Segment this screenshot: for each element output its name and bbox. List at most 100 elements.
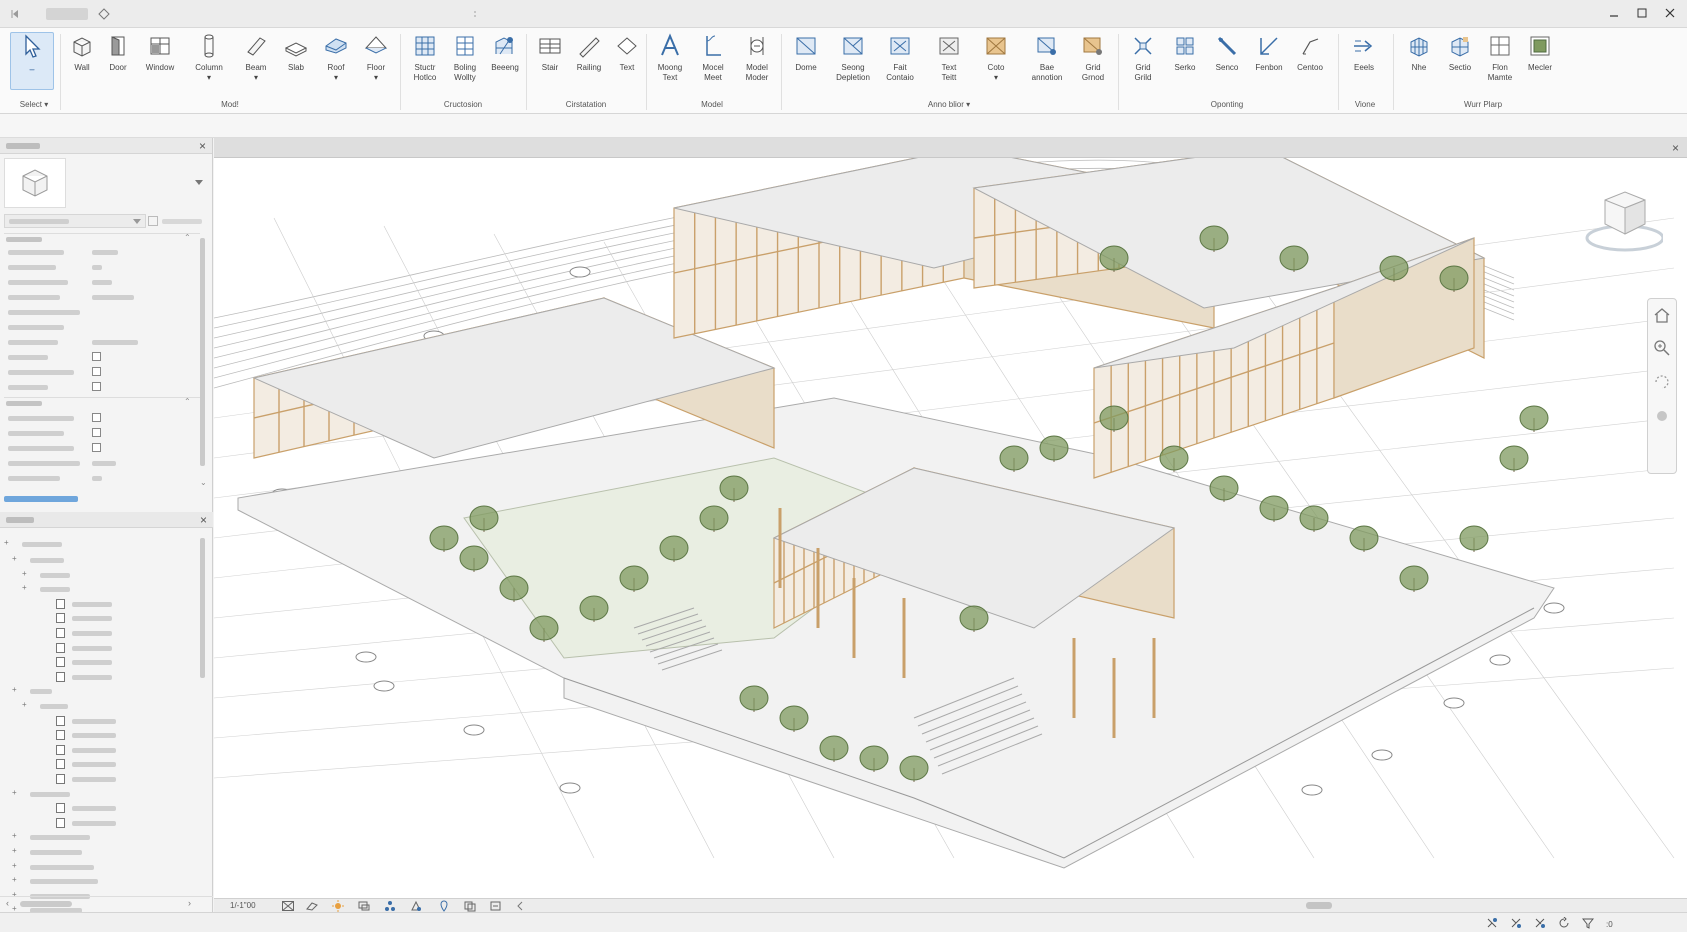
- tree-node[interactable]: [0, 758, 198, 771]
- design-options-icon[interactable]: [1510, 917, 1522, 931]
- minimize-icon[interactable]: [1607, 6, 1621, 20]
- expand-toggle-icon[interactable]: +: [12, 846, 17, 855]
- scroll-right-icon[interactable]: ›: [188, 898, 191, 908]
- apply-button[interactable]: [4, 496, 78, 502]
- expand-toggle-icon[interactable]: +: [22, 700, 27, 709]
- scroll-left-icon[interactable]: ‹: [6, 898, 9, 908]
- diamond-icon[interactable]: [96, 6, 112, 22]
- tree-node[interactable]: [0, 642, 198, 655]
- expand-toggle-icon[interactable]: +: [4, 538, 9, 547]
- tree-node[interactable]: +: [0, 831, 198, 844]
- tree-node[interactable]: [0, 729, 198, 742]
- tree-node[interactable]: +: [0, 569, 198, 582]
- expand-toggle-icon[interactable]: +: [12, 685, 17, 694]
- crop-view-icon[interactable]: [382, 900, 398, 912]
- close-window-icon[interactable]: [1663, 6, 1677, 20]
- home-icon[interactable]: [1653, 307, 1671, 325]
- tool-window[interactable]: Window: [134, 32, 186, 90]
- tool-label: Grid Grnod: [1081, 63, 1105, 82]
- tree-node[interactable]: [0, 671, 198, 684]
- browser-scrollbar[interactable]: [200, 538, 205, 678]
- temporary-hide-icon[interactable]: [462, 900, 478, 912]
- tool-model-moder[interactable]: Model Moder: [731, 32, 783, 90]
- drag-handle-icon[interactable]: [472, 10, 478, 18]
- edit-type-button[interactable]: [146, 214, 206, 228]
- tool-grid-grnod[interactable]: Grid Grnod: [1067, 32, 1119, 90]
- visual-style-icon[interactable]: [304, 900, 320, 912]
- expand-toggle-icon[interactable]: +: [12, 861, 17, 870]
- 3d-model-canvas[interactable]: [214, 158, 1687, 898]
- select-links-icon[interactable]: [1534, 917, 1546, 931]
- options-bar: [0, 114, 1687, 138]
- tree-node[interactable]: +: [0, 861, 198, 874]
- tree-node[interactable]: +: [0, 846, 198, 859]
- shadows-icon[interactable]: [356, 900, 372, 912]
- close-browser-icon[interactable]: ×: [200, 513, 207, 527]
- properties-scrollbar[interactable]: [200, 238, 205, 466]
- tree-node[interactable]: [0, 817, 198, 830]
- tree-node[interactable]: [0, 715, 198, 728]
- panel-select[interactable]: Select ▾: [10, 100, 58, 109]
- panel-annotation[interactable]: Anno blior ▾: [781, 100, 1117, 109]
- refresh-icon[interactable]: [1558, 916, 1570, 931]
- detail-level-icon[interactable]: [280, 900, 296, 912]
- tool-fait-contaio[interactable]: Fait Contaio: [874, 32, 926, 90]
- collapse-icon[interactable]: ⌃: [184, 233, 191, 242]
- orbit-icon[interactable]: [1653, 373, 1671, 393]
- reveal-hidden-icon[interactable]: [488, 900, 504, 912]
- tree-node[interactable]: [0, 744, 198, 757]
- tool-eeels[interactable]: Eeels: [1338, 32, 1390, 90]
- tool-seong[interactable]: Seong Depletion: [825, 32, 881, 90]
- tool-coto[interactable]: Coto ▾: [970, 32, 1022, 90]
- tool-label: Coto ▾: [987, 63, 1005, 82]
- tree-node[interactable]: [0, 627, 198, 640]
- instance-filter-select[interactable]: [4, 214, 146, 228]
- expand-toggle-icon[interactable]: +: [12, 875, 17, 884]
- tree-node[interactable]: +: [0, 583, 198, 596]
- close-properties-icon[interactable]: ×: [199, 139, 206, 153]
- document-tab[interactable]: [46, 8, 88, 20]
- view-scale[interactable]: 1/-1"00: [230, 901, 256, 910]
- type-selector-thumbnail[interactable]: [4, 158, 66, 208]
- tree-node[interactable]: +: [0, 788, 198, 801]
- tree-node[interactable]: [0, 656, 198, 669]
- collapse-icon[interactable]: ⌃: [184, 397, 191, 406]
- expand-toggle-icon[interactable]: +: [12, 554, 17, 563]
- tree-node[interactable]: +: [0, 538, 198, 551]
- view-cube[interactable]: [1581, 186, 1665, 256]
- scroll-down-icon[interactable]: ⌄: [200, 478, 207, 487]
- tool-floor[interactable]: Floor ▾: [350, 32, 402, 90]
- sun-path-icon[interactable]: [330, 900, 346, 912]
- tree-node[interactable]: +: [0, 875, 198, 888]
- scroll-left-icon[interactable]: [512, 900, 528, 912]
- view-hscrollbar[interactable]: [1306, 902, 1332, 909]
- close-view-icon[interactable]: ×: [1672, 141, 1679, 155]
- tool-mecler[interactable]: Mecler: [1514, 32, 1566, 90]
- filter-icon[interactable]: [1581, 917, 1595, 931]
- expand-toggle-icon[interactable]: +: [22, 583, 27, 592]
- tree-node[interactable]: +: [0, 685, 198, 698]
- tool-centoo[interactable]: Centoo: [1284, 32, 1336, 90]
- tool-modify[interactable]: ̶̶̶̶: [10, 32, 54, 90]
- browser-hscrollbar[interactable]: [20, 901, 72, 907]
- tree-node[interactable]: [0, 773, 198, 786]
- expand-toggle-icon[interactable]: +: [12, 831, 17, 840]
- show-crop-icon[interactable]: [408, 900, 424, 912]
- tool-column[interactable]: Column ▾: [183, 32, 235, 90]
- expand-toggle-icon[interactable]: +: [12, 788, 17, 797]
- tool-text-teitt[interactable]: Text Teitt: [923, 32, 975, 90]
- tree-node[interactable]: [0, 598, 198, 611]
- tree-node[interactable]: +: [0, 700, 198, 713]
- tree-node[interactable]: [0, 612, 198, 625]
- type-dropdown-icon[interactable]: [195, 178, 203, 188]
- worksets-icon[interactable]: [1486, 917, 1498, 931]
- tree-node[interactable]: [0, 802, 198, 815]
- tree-node[interactable]: +: [0, 554, 198, 567]
- unlock-view-icon[interactable]: [436, 900, 452, 912]
- back-icon[interactable]: [8, 6, 24, 22]
- expand-toggle-icon[interactable]: +: [22, 569, 27, 578]
- zoom-icon[interactable]: [1653, 339, 1671, 359]
- maximize-icon[interactable]: [1635, 6, 1649, 20]
- building-3d-view[interactable]: [214, 158, 1687, 898]
- pan-icon[interactable]: [1653, 407, 1671, 427]
